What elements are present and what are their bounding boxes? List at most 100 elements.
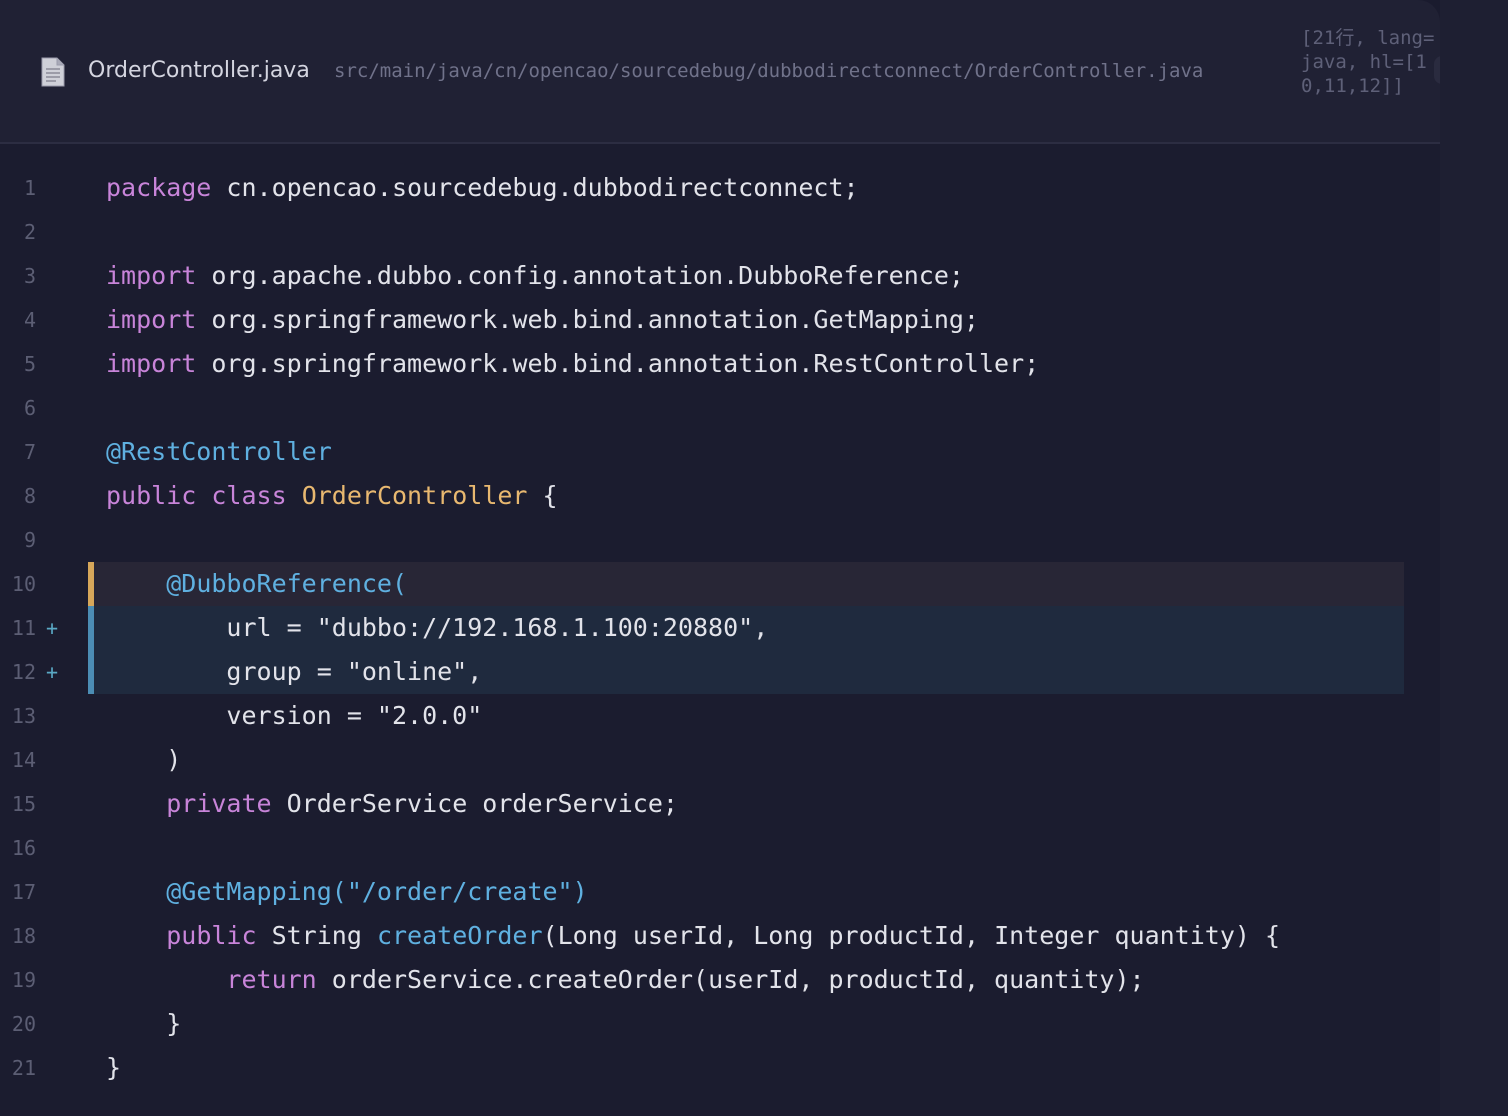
line-number: 11 [11,616,36,640]
keyword-token: return [226,965,317,994]
keyword-token: class [211,481,287,510]
code-token: url = "dubbo://192.168.1.100:20880", [106,613,769,642]
line-code: public String createOrder(Long userId, L… [106,914,1280,958]
line-number: 19 [11,968,36,992]
file-name: OrderController.java [88,58,310,83]
line-code: private OrderService orderService; [106,782,678,826]
line-code: @GetMapping("/order/create") [106,870,588,914]
function-name-token: createOrder [376,921,543,950]
code-line: 14 ) [0,738,1440,782]
line-code: import org.springframework.web.bind.anno… [106,298,979,342]
code-token: version = "2.0.0" [106,701,483,730]
line-code: return orderService.createOrder(userId, … [106,958,1145,1002]
code-meta: [21行, lang=java, hl=[10,11,12]] [1301,27,1435,97]
code-line: 15 private OrderService orderService; [0,782,1440,826]
code-token: String [256,921,377,950]
added-line-marker: + [46,660,59,684]
line-number: 17 [11,880,36,904]
line-code: import org.apache.dubbo.config.annotatio… [106,254,964,298]
line-number: 13 [11,704,36,728]
code-token: { [527,481,558,510]
code-line: 10 @DubboReference( [0,562,1440,606]
line-code: group = "online", [106,650,482,694]
code-line: 9 [0,518,1440,562]
code-line: 1 package cn.opencao.sourcedebug.dubbodir… [0,166,1440,210]
line-code: @RestController [106,430,332,474]
code-token: group = "online", [106,657,483,686]
code-token: cn.opencao.sourcedebug.dubbodirectconnec… [211,173,859,202]
annotation-token: @RestController [106,437,332,466]
code-line: 20 } [0,1002,1440,1046]
line-number: 6 [23,396,36,420]
keyword-token: public [166,921,257,950]
line-number: 1 [23,176,36,200]
code-token: OrderService orderService; [271,789,678,818]
annotation-token: @DubboReference( [166,569,408,598]
file-path: src/main/java/cn/opencao/sourcedebug/dub… [334,60,1204,82]
line-number: 18 [11,924,36,948]
code-line: 4 import org.springframework.web.bind.ann… [0,298,1440,342]
code-line: 7 @RestController [0,430,1440,474]
line-number: 10 [11,572,36,596]
document-icon [41,57,65,87]
code-token: } [106,1009,182,1038]
line-number: 7 [23,440,36,464]
code-token: } [106,1053,122,1082]
code-line: 19 return orderService.createOrder(userI… [0,958,1440,1002]
code-line: 16 [0,826,1440,870]
code-line: 5 import org.springframework.web.bind.ann… [0,342,1440,386]
code-line: 3 import org.apache.dubbo.config.annotati… [0,254,1440,298]
line-number: 4 [23,308,36,332]
line-code: version = "2.0.0" [106,694,482,738]
line-code: url = "dubbo://192.168.1.100:20880", [106,606,768,650]
line-code: } [106,1002,181,1046]
annotation-token: @GetMapping("/order/create") [166,877,588,906]
code-token: org.springframework.web.bind.annotation.… [196,305,979,334]
added-line-marker: + [46,616,59,640]
keyword-token: import [106,261,197,290]
code-line: 12 + group = "online", [0,650,1440,694]
code-line: 18 public String createOrder(Long userId… [0,914,1440,958]
line-number: 2 [23,220,36,244]
line-number: 21 [11,1056,36,1080]
line-number: 5 [23,352,36,376]
line-number: 16 [11,836,36,860]
keyword-token: private [166,789,272,818]
code-line: 6 [0,386,1440,430]
code-viewer: OrderController.java src/main/java/cn/op… [0,0,1440,1116]
code-block: 1 package cn.opencao.sourcedebug.dubbodir… [0,166,1440,1090]
line-code: ) [106,738,181,782]
line-number: 8 [23,484,36,508]
copy-button[interactable] [1434,56,1440,84]
keyword-token: import [106,305,197,334]
code-token: org.apache.dubbo.config.annotation.Dubbo… [196,261,964,290]
line-code: import org.springframework.web.bind.anno… [106,342,1039,386]
file-header: OrderController.java src/main/java/cn/op… [0,0,1440,144]
code-token: org.springframework.web.bind.annotation.… [196,349,1040,378]
line-number: 12 [11,660,36,684]
line-code: } [106,1046,121,1090]
keyword-token: public [106,481,197,510]
line-number: 3 [23,264,36,288]
code-line: 21} [0,1046,1440,1090]
code-token: orderService.createOrder(userId, product… [316,965,1145,994]
line-number: 9 [23,528,36,552]
code-line: 11 + url = "dubbo://192.168.1.100:20880", [0,606,1440,650]
code-token: ) [106,745,182,774]
class-name-token: OrderController [301,481,528,510]
line-code: public class OrderController { [106,474,558,518]
line-number: 14 [11,748,36,772]
line-number: 15 [11,792,36,816]
line-number: 20 [11,1012,36,1036]
code-token: (Long userId, Long productId, Integer qu… [542,921,1281,950]
keyword-token: import [106,349,197,378]
code-line: 13 version = "2.0.0" [0,694,1440,738]
keyword-token: package [106,173,212,202]
code-line: 8 public class OrderController { [0,474,1440,518]
